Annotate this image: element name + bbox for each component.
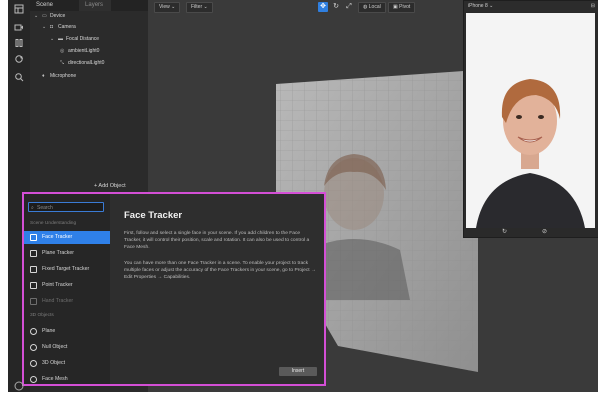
focal-icon: ▬ bbox=[58, 36, 63, 42]
tree-item-camera[interactable]: ⌄ ◘ Camera bbox=[42, 23, 76, 31]
person-photo bbox=[466, 13, 595, 228]
preview-footer: ↻ ⊘ bbox=[464, 228, 598, 237]
chevron-down-icon: ⌄ bbox=[50, 36, 55, 42]
tab-scene[interactable]: Scene bbox=[30, 0, 61, 11]
target-tracker-icon bbox=[30, 266, 37, 273]
scene-panel-tabs: Scene Layers bbox=[30, 0, 148, 11]
preview-options-icon[interactable]: ⊟ bbox=[591, 1, 595, 12]
search-icon: ⌕ bbox=[31, 205, 34, 211]
search-input[interactable]: ⌕ Search bbox=[28, 202, 104, 212]
preview-icon[interactable] bbox=[13, 38, 25, 50]
move-tool-icon[interactable]: ✥ bbox=[318, 2, 328, 12]
list-item-plane-tracker[interactable]: Plane Tracker bbox=[24, 247, 110, 260]
rotate-device-icon[interactable]: ↻ bbox=[502, 228, 507, 235]
list-item-null-object[interactable]: Null Object bbox=[24, 341, 110, 354]
tree-item-directional-light[interactable]: ⤡ directionalLight0 bbox=[60, 59, 104, 67]
hand-tracker-icon bbox=[30, 298, 37, 305]
plane-tracker-icon bbox=[30, 250, 37, 257]
sync-icon[interactable] bbox=[13, 54, 25, 66]
list-item-fixed-target-tracker[interactable]: Fixed Target Tracker bbox=[24, 263, 110, 276]
dialog-title: Face Tracker bbox=[124, 210, 183, 221]
pivot-toggle[interactable]: ▣ Pivot bbox=[388, 2, 416, 13]
tree-item-ambient-light[interactable]: ◎ ambientLight0 bbox=[60, 47, 99, 55]
filter-dropdown[interactable]: Filter ⌄ bbox=[186, 2, 213, 13]
camera-icon: ◘ bbox=[50, 24, 54, 30]
tree-item-focal-distance[interactable]: ⌄ ▬ Focal Distance bbox=[50, 35, 99, 43]
light-icon: ◎ bbox=[60, 48, 65, 54]
description-paragraph-2: You can have more than one Face Tracker … bbox=[124, 261, 316, 280]
device-selector[interactable]: iPhone 8 ⌄ ⊟ bbox=[464, 1, 598, 12]
mute-icon[interactable]: ⊘ bbox=[542, 228, 547, 235]
rotate-tool-icon[interactable]: ↻ bbox=[331, 2, 341, 12]
object-description: Face Tracker First, follow and select a … bbox=[110, 194, 324, 384]
spark-ar-studio-window: Scene Layers ⌄ ▭ Device ⌄ ◘ Camera ⌄ ▬ Focal D… bbox=[8, 0, 598, 392]
face-mesh-icon bbox=[30, 376, 37, 383]
description-paragraph-1: First, follow and select a single face i… bbox=[124, 231, 310, 250]
zoom-icon[interactable] bbox=[13, 72, 25, 84]
list-item-face-tracker[interactable]: Face Tracker bbox=[24, 231, 110, 244]
list-item-plane[interactable]: Plane bbox=[24, 325, 110, 338]
microphone-icon: ♦ bbox=[42, 73, 45, 79]
list-item-face-mesh[interactable]: Face Mesh bbox=[24, 373, 110, 386]
panels-icon[interactable] bbox=[13, 4, 25, 16]
list-item-point-tracker[interactable]: Point Tracker bbox=[24, 279, 110, 292]
plane-icon bbox=[30, 328, 37, 335]
cube-icon bbox=[30, 360, 37, 367]
section-scene-understanding: Scene Understanding bbox=[30, 221, 77, 226]
null-object-icon bbox=[30, 344, 37, 351]
object-list: ⌕ Search Scene Understanding Face Tracke… bbox=[24, 194, 110, 384]
insert-object-dialog: ⌕ Search Scene Understanding Face Tracke… bbox=[22, 192, 326, 386]
insert-button[interactable]: Insert bbox=[279, 367, 317, 376]
device-preview: iPhone 8 ⌄ ⊟ ↻ ⊘ bbox=[463, 0, 598, 238]
add-object-button[interactable]: + Add Object bbox=[94, 183, 126, 189]
chevron-down-icon: ⌄ bbox=[34, 13, 39, 19]
chevron-down-icon: ⌄ bbox=[42, 24, 47, 30]
section-3d-objects: 3D Objects bbox=[30, 313, 54, 318]
tree-item-microphone[interactable]: ♦ Microphone bbox=[42, 72, 76, 80]
tab-layers[interactable]: Layers bbox=[79, 0, 112, 11]
local-toggle[interactable]: ◍ Local bbox=[358, 2, 386, 13]
device-camera-feed bbox=[466, 13, 595, 228]
device-icon: ▭ bbox=[42, 13, 47, 19]
scale-tool-icon[interactable]: ⤢ bbox=[344, 2, 354, 12]
list-item-hand-tracker[interactable]: Hand Tracker bbox=[24, 295, 110, 308]
directional-light-icon: ⤡ bbox=[60, 60, 65, 66]
tree-item-device[interactable]: ⌄ ▭ Device bbox=[34, 12, 65, 20]
camera-icon[interactable] bbox=[13, 22, 25, 34]
point-tracker-icon bbox=[30, 282, 37, 289]
list-item-3d-object[interactable]: 3D Object bbox=[24, 357, 110, 370]
face-tracker-icon bbox=[30, 234, 37, 241]
view-dropdown[interactable]: View ⌄ bbox=[154, 2, 181, 13]
help-icon[interactable] bbox=[8, 380, 30, 392]
